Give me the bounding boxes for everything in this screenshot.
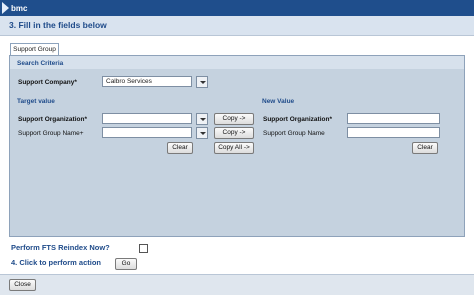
step-3-header: 3. Fill in the fields below bbox=[0, 16, 474, 36]
target-group-field[interactable] bbox=[102, 127, 192, 138]
step-3-title: 3. Fill in the fields below bbox=[9, 20, 107, 30]
copy-group-button[interactable]: Copy -> bbox=[214, 127, 254, 139]
copy-all-button[interactable]: Copy All -> bbox=[214, 142, 254, 154]
target-value-heading: Target value bbox=[17, 98, 55, 105]
bmc-logo: bmc bbox=[2, 1, 27, 15]
support-company-field[interactable]: Calbro Services bbox=[102, 76, 192, 87]
fts-reindex-label: Perform FTS Reindex Now? bbox=[11, 243, 110, 252]
step-4-label: 4. Click to perform action bbox=[11, 258, 102, 267]
new-org-label: Support Organization* bbox=[263, 116, 332, 123]
copy-org-button[interactable]: Copy -> bbox=[214, 113, 254, 125]
new-group-field[interactable] bbox=[347, 127, 440, 138]
new-value-heading: New Value bbox=[262, 98, 295, 105]
brand-text: bmc bbox=[11, 3, 28, 13]
fts-reindex-checkbox[interactable] bbox=[139, 244, 148, 253]
bmc-logo-icon bbox=[2, 2, 9, 14]
target-org-field[interactable] bbox=[102, 113, 192, 124]
target-group-dropdown-button[interactable] bbox=[196, 127, 208, 139]
footer-bar: Close bbox=[0, 274, 474, 295]
support-company-label: Support Company* bbox=[18, 79, 77, 86]
new-org-field[interactable] bbox=[347, 113, 440, 124]
support-group-panel: Search Criteria Support Company* Calbro … bbox=[9, 55, 465, 237]
new-value-clear-button[interactable]: Clear bbox=[412, 142, 438, 154]
target-clear-button[interactable]: Clear bbox=[167, 142, 193, 154]
title-bar: bmc bbox=[0, 0, 474, 16]
go-button[interactable]: Go bbox=[115, 258, 137, 270]
close-button[interactable]: Close bbox=[9, 279, 36, 291]
target-org-dropdown-button[interactable] bbox=[196, 113, 208, 125]
search-criteria-heading: Search Criteria bbox=[17, 60, 64, 67]
search-criteria-header bbox=[10, 56, 464, 69]
new-group-label: Support Group Name bbox=[263, 130, 325, 137]
support-company-dropdown-button[interactable] bbox=[196, 76, 208, 88]
target-group-label: Support Group Name+ bbox=[18, 130, 84, 137]
target-org-label: Support Organization* bbox=[18, 116, 87, 123]
